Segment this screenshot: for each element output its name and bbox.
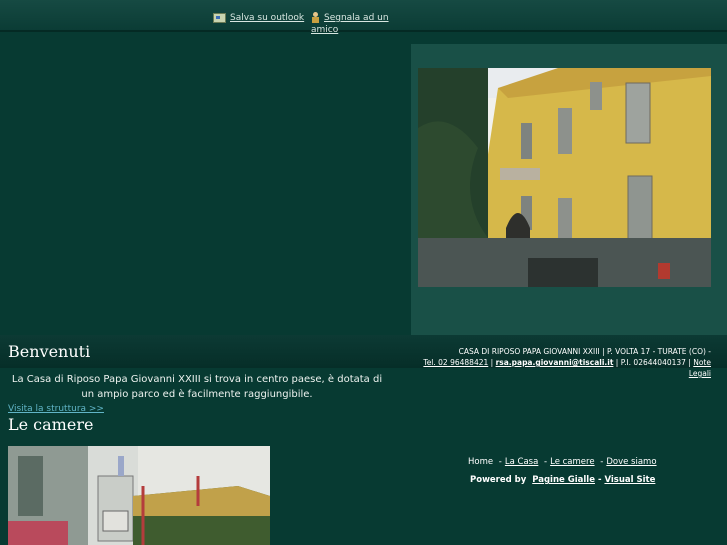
nav-la-casa[interactable]: La Casa (505, 457, 538, 467)
legal-notes-link[interactable]: Note Legali (689, 358, 711, 378)
rooms-title: Le camere (8, 415, 94, 434)
vat-number: P.I. 02644040137 (620, 358, 686, 367)
nav-le-camere[interactable]: Le camere (550, 457, 594, 467)
pagine-gialle-link[interactable]: Pagine Gialle (532, 475, 595, 485)
visit-structure-link[interactable]: Visita la struttura >> (8, 404, 104, 414)
welcome-text: La Casa di Riposo Papa Giovanni XXIII si… (11, 374, 383, 400)
welcome-title: Benvenuti (8, 342, 91, 361)
room-photo (8, 446, 270, 545)
powered-by: Powered by Pagine Gialle - Visual Site (470, 475, 655, 485)
building-photo (418, 68, 711, 287)
friend-icon (311, 12, 320, 23)
footer-nav: Home - La Casa - Le camere - Dove siamo (468, 457, 657, 467)
powered-label: Powered by (470, 475, 527, 485)
recommend-friend-link[interactable]: Segnala ad un amico (311, 12, 401, 36)
save-outlook-label: Salva su outlook (230, 13, 305, 23)
nav-home[interactable]: Home (468, 457, 493, 467)
visual-site-link[interactable]: Visual Site (604, 475, 655, 485)
recommend-friend-label-2: amico (311, 25, 339, 35)
nav-dove-siamo[interactable]: Dove siamo (606, 457, 656, 467)
save-outlook-link[interactable]: Salva su outlook (213, 12, 304, 24)
company-info: CASA DI RIPOSO PAPA GIOVANNI XXIII | P. … (423, 347, 711, 378)
phone-link[interactable]: Tel. 02 96488421 (423, 358, 488, 367)
email-link[interactable]: rsa.papa.giovanni@tiscali.it (496, 358, 614, 367)
powered-separator: - (597, 475, 602, 485)
recommend-friend-label-1: Segnala ad un (324, 13, 389, 23)
company-address: CASA DI RIPOSO PAPA GIOVANNI XXIII | P. … (458, 347, 711, 356)
outlook-icon (213, 12, 226, 23)
